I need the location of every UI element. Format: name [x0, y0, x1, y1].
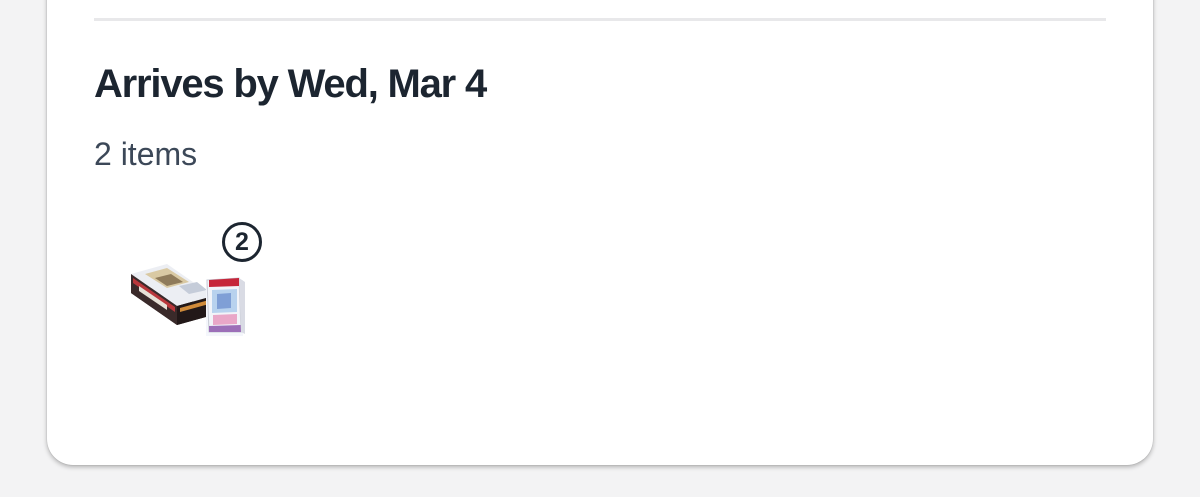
divider: [94, 18, 1106, 21]
quantity-badge: 2: [222, 222, 262, 262]
arrival-date-heading: Arrives by Wed, Mar 4: [94, 62, 487, 106]
shipment-card: Arrives by Wed, Mar 4 2 items 2: [47, 0, 1153, 465]
item-count-label: 2 items: [94, 136, 198, 172]
